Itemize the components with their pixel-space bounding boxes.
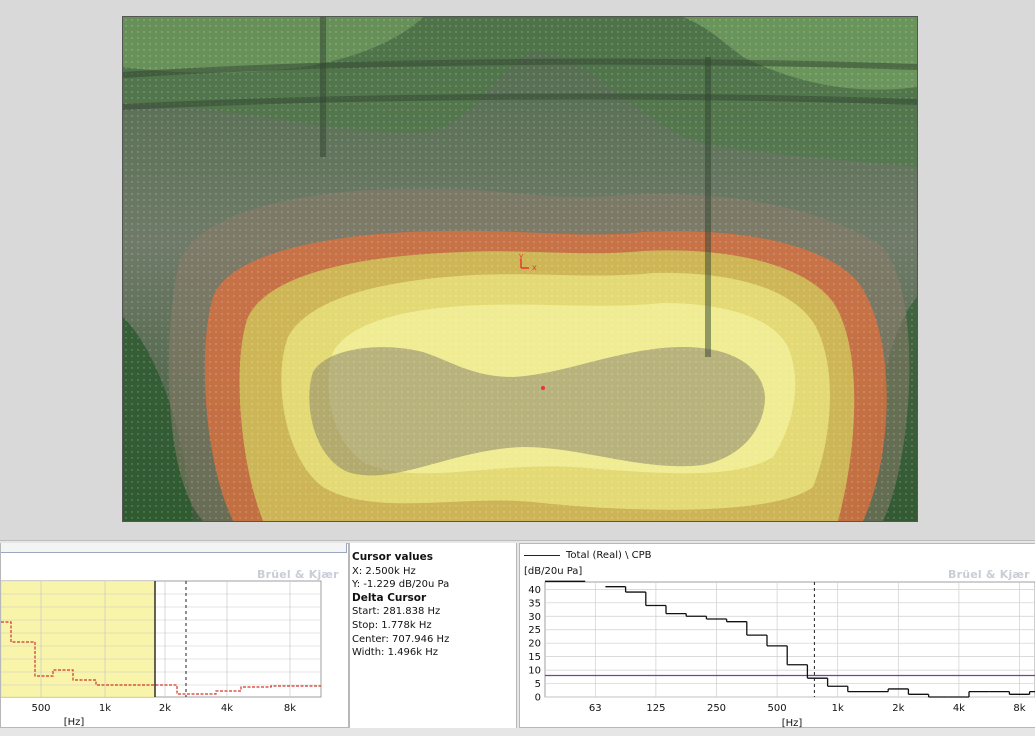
x-tick-label: 63 bbox=[589, 703, 602, 714]
measurement-view: x y bbox=[0, 0, 1035, 540]
svg-text:x: x bbox=[532, 263, 537, 272]
y-tick-label: 40 bbox=[528, 585, 541, 596]
x-tick-label: 1k bbox=[99, 703, 111, 714]
bottom-panels: Brüel & Kjær 500 1k 2k 4k 8k [Hz] Cursor valu… bbox=[0, 540, 1035, 736]
plot-area bbox=[544, 581, 1035, 698]
delta-start-value: Start: 281.838 Hz bbox=[352, 606, 441, 618]
cursor-values-panel: Cursor values X: 2.500k Hz Y: -1.229 dB/… bbox=[349, 543, 517, 728]
y-tick-label: 20 bbox=[528, 639, 541, 650]
x-tick-label: 8k bbox=[284, 703, 296, 714]
y-tick-label: 15 bbox=[528, 652, 541, 663]
svg-text:y: y bbox=[519, 252, 523, 260]
cursor-values-title: Cursor values bbox=[352, 551, 434, 563]
right-spectrum-panel[interactable]: Total (Real) \ CPB [dB/20u Pa] Brüel & K… bbox=[519, 543, 1035, 729]
y-tick-label: 30 bbox=[528, 612, 541, 623]
x-tick-label: 500 bbox=[768, 703, 787, 714]
x-axis-label: [Hz] bbox=[782, 718, 803, 729]
acoustic-contour-map[interactable]: x y bbox=[122, 16, 918, 522]
y-tick-label: 0 bbox=[535, 693, 541, 704]
delta-center-value: Center: 707.946 Hz bbox=[352, 633, 450, 645]
left-spectrum-chart[interactable]: 500 1k 2k 4k 8k [Hz] bbox=[1, 544, 348, 729]
delta-stop-value: Stop: 1.778k Hz bbox=[352, 619, 432, 631]
right-spectrum-chart[interactable]: 40 35 30 25 20 15 10 5 0 63 125 250 500 1k 2k 4k 8k [Hz] bbox=[520, 544, 1035, 729]
x-tick-label: 500 bbox=[31, 703, 50, 714]
x-tick-label: 2k bbox=[892, 703, 904, 714]
x-tick-label: 4k bbox=[221, 703, 233, 714]
left-spectrum-panel[interactable]: Brüel & Kjær 500 1k 2k 4k 8k [Hz] bbox=[0, 543, 349, 728]
x-tick-label: 1k bbox=[832, 703, 844, 714]
y-tick-label: 5 bbox=[535, 679, 541, 690]
x-tick-label: 8k bbox=[1013, 703, 1025, 714]
cursor-y-value: Y: -1.229 dB/20u Pa bbox=[352, 579, 450, 591]
x-tick-label: 250 bbox=[707, 703, 726, 714]
x-tick-label: 125 bbox=[646, 703, 665, 714]
y-tick-label: 35 bbox=[528, 598, 541, 609]
x-axis-label: [Hz] bbox=[64, 717, 85, 728]
x-tick-label: 2k bbox=[159, 703, 171, 714]
x-tick-label: 4k bbox=[953, 703, 965, 714]
y-tick-label: 10 bbox=[528, 666, 541, 677]
cursor-x-value: X: 2.500k Hz bbox=[352, 565, 416, 577]
delta-cursor-title: Delta Cursor bbox=[352, 591, 427, 604]
delta-width-value: Width: 1.496k Hz bbox=[352, 647, 438, 659]
y-tick-label: 25 bbox=[528, 625, 541, 636]
